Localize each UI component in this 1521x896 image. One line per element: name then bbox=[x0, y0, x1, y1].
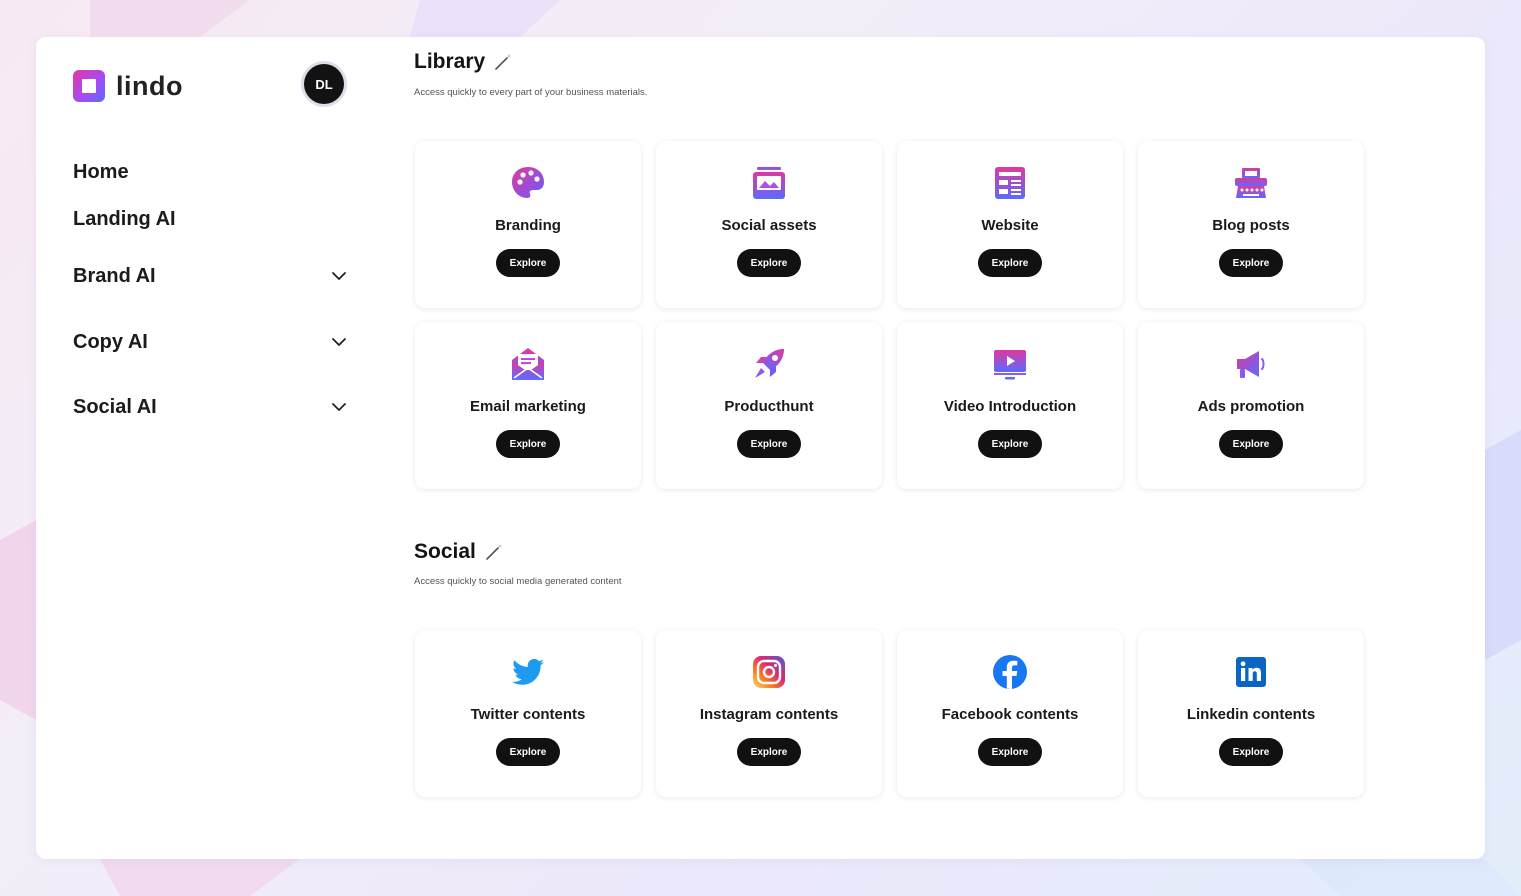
social-card-linkedin: Linkedin contents Explore bbox=[1138, 630, 1364, 797]
brand-name: lindo bbox=[116, 70, 183, 101]
explore-button[interactable]: Explore bbox=[737, 738, 801, 766]
chevron-down-icon[interactable] bbox=[330, 267, 348, 285]
linkedin-icon bbox=[1236, 657, 1266, 687]
sidebar-item-social-ai[interactable]: Social AI bbox=[73, 392, 348, 422]
library-card-social-assets: Social assets Explore bbox=[656, 141, 882, 308]
twitter-icon bbox=[512, 659, 544, 685]
card-label: Video Introduction bbox=[943, 398, 1077, 415]
chevron-down-icon[interactable] bbox=[330, 398, 348, 416]
brand-logo[interactable]: lindo bbox=[73, 70, 183, 102]
library-card-producthunt: Producthunt Explore bbox=[656, 322, 882, 489]
sidebar-item-label: Copy AI bbox=[73, 330, 148, 353]
video-monitor-icon bbox=[994, 350, 1026, 380]
palette-icon bbox=[512, 167, 544, 198]
library-subtitle: Access quickly to every part of your bus… bbox=[414, 87, 648, 98]
app-window: lindo DL Home Landing AI Brand AI Copy A… bbox=[36, 37, 1485, 859]
explore-button[interactable]: Explore bbox=[496, 249, 560, 277]
library-card-ads-promotion: Ads promotion Explore bbox=[1138, 322, 1364, 489]
sidebar-item-home[interactable]: Home bbox=[73, 157, 348, 187]
magic-wand-icon bbox=[486, 544, 503, 560]
open-envelope-icon bbox=[512, 348, 544, 380]
rocket-icon bbox=[755, 349, 784, 378]
social-subtitle: Access quickly to social media generated… bbox=[414, 576, 622, 587]
social-card-instagram: Instagram contents Explore bbox=[656, 630, 882, 797]
explore-button[interactable]: Explore bbox=[978, 738, 1042, 766]
sidebar-item-label: Social AI bbox=[73, 395, 157, 418]
explore-button[interactable]: Explore bbox=[737, 249, 801, 277]
card-label: Website bbox=[981, 217, 1039, 234]
explore-button[interactable]: Explore bbox=[1219, 430, 1283, 458]
card-label: Facebook contents bbox=[941, 706, 1079, 723]
logo-mark-icon bbox=[73, 70, 105, 102]
instagram-icon bbox=[753, 656, 785, 688]
sidebar-item-label: Brand AI bbox=[73, 264, 156, 287]
chevron-down-icon[interactable] bbox=[330, 333, 348, 351]
library-title: Library bbox=[414, 50, 513, 74]
user-avatar[interactable]: DL bbox=[304, 64, 344, 104]
social-card-twitter: Twitter contents Explore bbox=[415, 630, 641, 797]
library-card-website: Website Explore bbox=[897, 141, 1123, 308]
section-title-text: Social bbox=[414, 540, 476, 563]
card-label: Instagram contents bbox=[699, 706, 839, 723]
library-card-email-marketing: Email marketing Explore bbox=[415, 322, 641, 489]
image-gallery-icon bbox=[753, 167, 785, 199]
explore-button[interactable]: Explore bbox=[978, 430, 1042, 458]
sidebar-item-label: Landing AI bbox=[73, 207, 176, 230]
library-card-blog-posts: Blog posts Explore bbox=[1138, 141, 1364, 308]
typewriter-icon bbox=[1235, 168, 1267, 198]
library-card-video-introduction: Video Introduction Explore bbox=[897, 322, 1123, 489]
card-label: Blog posts bbox=[1212, 217, 1290, 234]
social-card-facebook: Facebook contents Explore bbox=[897, 630, 1123, 797]
explore-button[interactable]: Explore bbox=[1219, 738, 1283, 766]
card-label: Branding bbox=[495, 217, 561, 234]
social-title: Social bbox=[414, 540, 504, 564]
library-card-branding: Branding Explore bbox=[415, 141, 641, 308]
card-label: Ads promotion bbox=[1197, 398, 1305, 415]
card-label: Social assets bbox=[721, 217, 817, 234]
section-title-text: Library bbox=[414, 50, 486, 73]
card-label: Producthunt bbox=[724, 398, 814, 415]
explore-button[interactable]: Explore bbox=[978, 249, 1042, 277]
explore-button[interactable]: Explore bbox=[496, 430, 560, 458]
sidebar-item-label: Home bbox=[73, 160, 129, 183]
explore-button[interactable]: Explore bbox=[1219, 249, 1283, 277]
sidebar-item-brand-ai[interactable]: Brand AI bbox=[73, 261, 348, 291]
explore-button[interactable]: Explore bbox=[496, 738, 560, 766]
facebook-icon bbox=[993, 655, 1027, 689]
card-label: Email marketing bbox=[470, 398, 586, 415]
card-label: Twitter contents bbox=[470, 706, 586, 723]
megaphone-icon bbox=[1237, 351, 1265, 378]
magic-wand-icon bbox=[495, 54, 512, 70]
sidebar-item-copy-ai[interactable]: Copy AI bbox=[73, 327, 348, 357]
webpage-layout-icon bbox=[995, 167, 1025, 199]
sidebar-item-landing-ai[interactable]: Landing AI bbox=[73, 204, 348, 234]
explore-button[interactable]: Explore bbox=[737, 430, 801, 458]
card-label: Linkedin contents bbox=[1186, 706, 1316, 723]
